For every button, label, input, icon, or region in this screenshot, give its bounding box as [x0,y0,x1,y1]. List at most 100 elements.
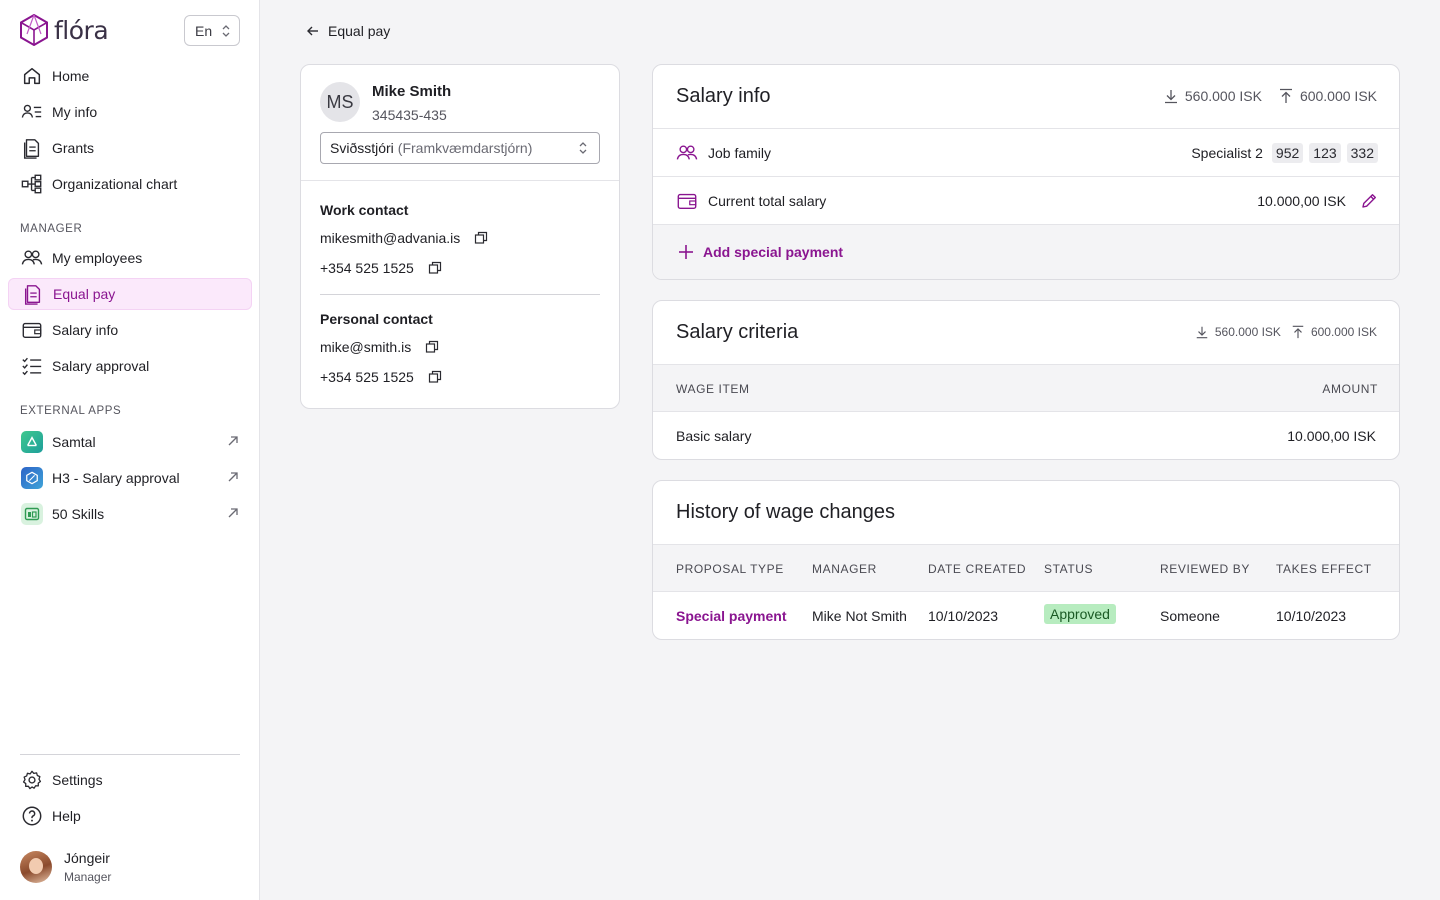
copy-icon[interactable] [425,340,439,354]
wallet-icon [20,318,44,342]
job-family-label-group: Job family [676,142,771,164]
back-link[interactable]: Equal pay [306,23,390,39]
nav-h3-salary-approval[interactable]: H3 - Salary approval [8,462,252,494]
date-created-cell: 10/10/2023 [928,608,999,624]
copy-icon[interactable] [474,231,488,245]
current-user[interactable]: Jóngeir Manager [20,850,111,884]
bottom-nav: Settings Help [8,764,252,836]
current-salary-value: 10.000,00 ISK [1257,192,1346,209]
language-value: En [195,22,213,39]
nav-grants[interactable]: Grants [8,132,252,164]
personal-email: mike@smith.is [320,339,412,355]
work-phone-row: +354 525 1525 [320,259,600,277]
nav-equal-pay-label: Equal pay [53,286,116,302]
sidebar: flóra En Home My info Grants Organizatio… [0,0,260,900]
criteria-table-header: WAGE ITEM AMOUNT [653,364,1399,412]
job-family-label: Job family [708,144,772,161]
person-list-icon [20,100,44,124]
position-select[interactable]: Sviðsstjóri (Framkvæmdarstjórn) [320,132,600,164]
work-email: mikesmith@advania.is [320,230,461,246]
column-header-proposal-type: PROPOSAL TYPE [676,562,784,576]
brand-name: flóra [54,15,109,45]
sidebar-divider [20,754,240,755]
employee-id: 345435-435 [372,107,447,123]
50skills-app-icon [20,502,44,526]
nav-salary-info-label: Salary info [52,322,119,338]
job-family-code: 332 [1346,142,1378,163]
nav-my-info-label: My info [52,104,98,120]
column-header-date-created: DATE CREATED [928,562,1027,576]
language-select[interactable]: En [184,15,240,46]
user-name: Jóngeir [64,850,110,866]
work-phone: +354 525 1525 [320,260,414,276]
column-header-amount: AMOUNT [1322,382,1378,396]
nav-home[interactable]: Home [8,60,252,92]
nav-help-label: Help [52,808,81,824]
gear-icon [20,768,44,792]
flora-logo-icon [20,14,48,46]
current-salary-value-group: 10.000,00 ISK [1257,192,1378,210]
salary-max-value: 600.000 ISK [1299,88,1377,104]
current-salary-row: Current total salary 10.000,00 ISK [653,176,1399,224]
checklist-icon [20,354,44,378]
nav-equal-pay[interactable]: Equal pay [8,278,252,310]
salary-info-title: Salary info [676,85,771,107]
salary-min: 560.000 ISK [1163,88,1262,104]
contact-divider [320,294,600,295]
nav-my-info[interactable]: My info [8,96,252,128]
people-icon [20,246,44,270]
job-family-code: 123 [1309,142,1341,163]
nav-50-skills-label: 50 Skills [52,506,105,522]
employee-name: Mike Smith [372,83,452,100]
nav-settings-label: Settings [52,772,103,788]
pencil-icon[interactable] [1360,192,1378,210]
add-special-payment-button[interactable]: Add special payment [677,243,843,261]
nav-settings[interactable]: Settings [8,764,252,796]
history-table-header: PROPOSAL TYPE MANAGER DATE CREATED STATU… [653,544,1399,592]
nav-my-employees-label: My employees [52,250,143,266]
current-salary-label-group: Current total salary [676,190,826,212]
column-header-status: STATUS [1044,562,1094,576]
copy-icon[interactable] [428,370,442,384]
current-salary-label: Current total salary [708,192,827,209]
manager-cell: Mike Not Smith [812,608,907,624]
main-content: Equal pay MS Mike Smith 345435-435 Sviðs… [260,0,1440,900]
reviewed-by-cell: Someone [1160,608,1220,624]
criteria-min-value: 560.000 ISK [1214,325,1281,339]
nav-org-chart[interactable]: Organizational chart [8,168,252,200]
nav-50-skills[interactable]: 50 Skills [8,498,252,530]
nav-grants-label: Grants [52,140,95,156]
nav-salary-info[interactable]: Salary info [8,314,252,346]
app-root: flóra En Home My info Grants Organizatio… [0,0,1440,900]
copy-icon[interactable] [428,261,442,275]
add-special-payment-label: Add special payment [703,244,844,260]
profile-header: MS Mike Smith 345435-435 Sviðsstjóri (Fr… [301,65,619,181]
personal-contact-title: Personal contact [320,311,433,327]
external-link-icon [228,472,238,482]
work-email-row: mikesmith@advania.is [320,229,600,247]
work-contact: Work contact mikesmith@advania.is +354 5… [320,202,600,277]
chevron-updown-icon [579,142,587,154]
salary-range: 560.000 ISK 600.000 ISK [1163,88,1377,104]
nav-my-employees[interactable]: My employees [8,242,252,274]
help-icon [20,804,44,828]
manager-section-label: MANAGER [20,223,83,235]
nav-help[interactable]: Help [8,800,252,832]
criteria-max: 600.000 ISK [1291,325,1377,339]
nav-h3-label: H3 - Salary approval [52,470,180,486]
arrow-up-from-line-icon [1279,88,1292,103]
column-header-wage-item: WAGE ITEM [676,382,750,396]
nav-samtal[interactable]: Samtal [8,426,252,458]
home-icon [20,64,44,88]
nav-salary-approval-label: Salary approval [52,358,150,374]
proposal-type-link[interactable]: Special payment [676,608,787,624]
arrow-up-from-line-icon [1292,325,1304,339]
org-chart-icon [20,172,44,196]
criteria-max-value: 600.000 ISK [1310,325,1377,339]
nav-salary-approval[interactable]: Salary approval [8,350,252,382]
job-family-value-group: Specialist 2 952 123 332 [1191,142,1378,163]
criteria-min: 560.000 ISK [1195,325,1281,339]
arrow-left-icon [307,26,318,36]
people-icon [676,144,698,160]
chevron-updown-icon [222,25,230,37]
